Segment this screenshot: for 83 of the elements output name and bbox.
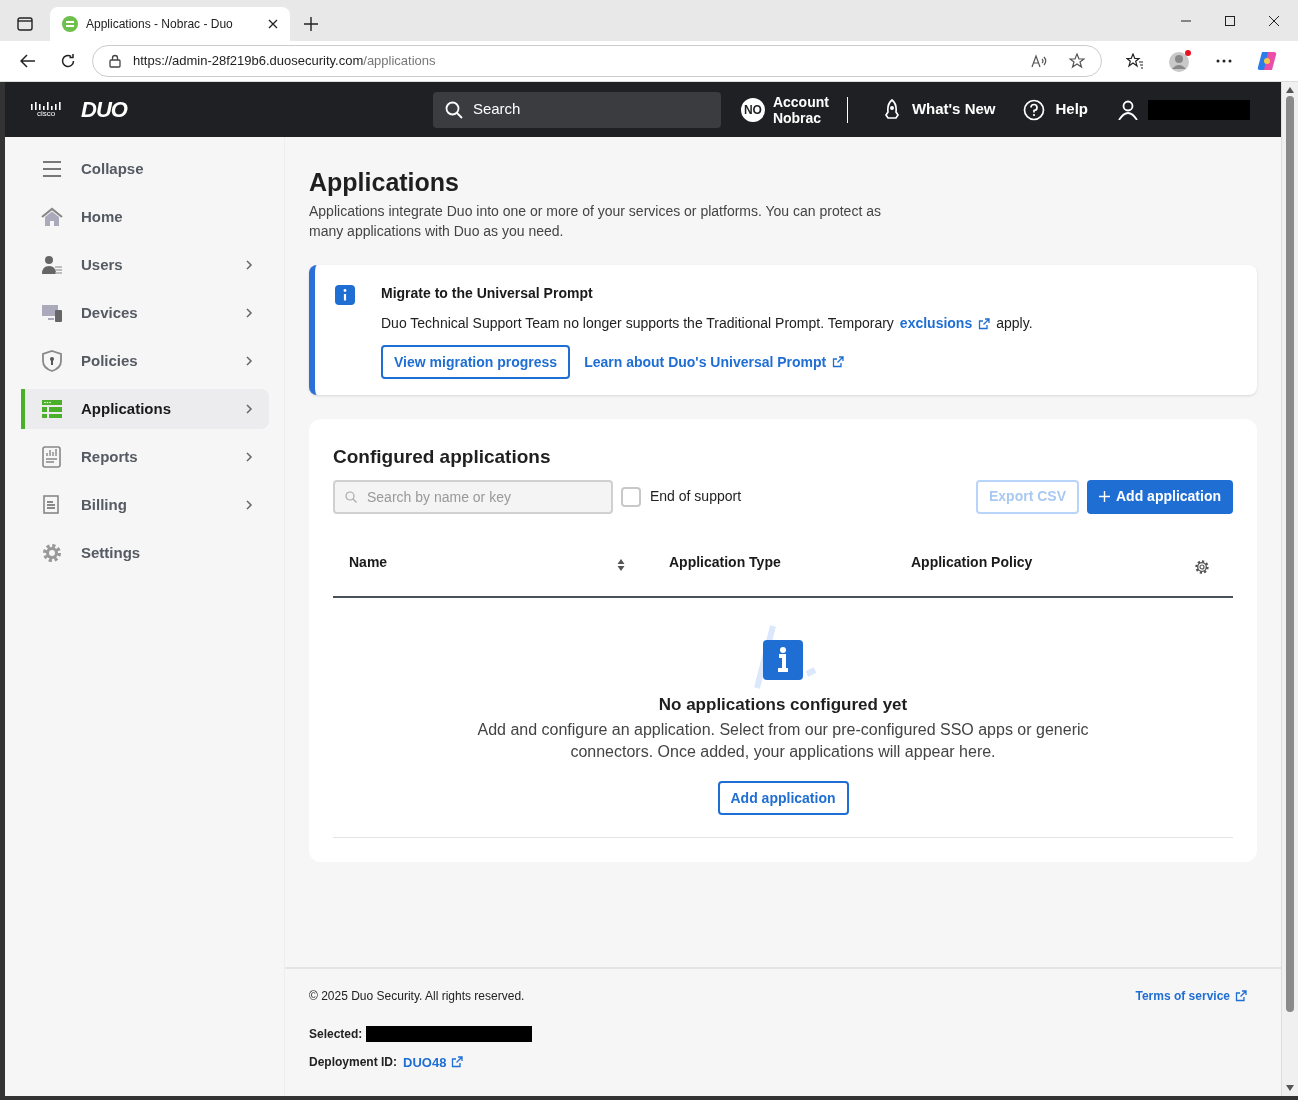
sidebar-item[interactable]: Policies: [21, 341, 269, 381]
profile-avatar-icon[interactable]: [1168, 49, 1192, 73]
new-tab-icon[interactable]: [304, 17, 318, 31]
plus-icon: [1099, 491, 1110, 502]
add-application-button[interactable]: Add application: [1087, 479, 1233, 514]
devices-icon: [41, 302, 63, 324]
cisco-bars-icon: [31, 101, 61, 110]
more-icon[interactable]: [1216, 59, 1232, 63]
search-icon: [444, 100, 463, 119]
exclusions-link[interactable]: exclusions: [899, 313, 991, 334]
external-link-icon: [832, 356, 845, 368]
selected-label: Selected:: [309, 1025, 363, 1043]
terms-of-service-link[interactable]: Terms of service: [1135, 986, 1247, 1005]
read-aloud-icon[interactable]: [1031, 54, 1047, 68]
external-link-icon: [978, 317, 991, 330]
column-header[interactable]: Application Policy: [911, 551, 1193, 573]
star-icon[interactable]: [1069, 53, 1085, 69]
add-application-button[interactable]: Add application: [717, 781, 849, 815]
copilot-icon[interactable]: [1256, 50, 1278, 72]
info-icon: [335, 285, 355, 305]
scrollbar-thumb[interactable]: [1286, 96, 1294, 1012]
url-text: https://admin-28f219b6.duosecurity.com/applications: [133, 52, 437, 71]
favorites-icon[interactable]: [1126, 53, 1144, 69]
whats-new-button[interactable]: What's New: [881, 98, 996, 121]
scroll-down-icon[interactable]: [1285, 1084, 1295, 1092]
refresh-icon[interactable]: [60, 53, 76, 69]
shield-icon: [41, 350, 63, 372]
browser-tab[interactable]: Applications - Nobrac - Duo: [50, 7, 290, 41]
application-grid-icon: [41, 398, 63, 420]
export-csv-button: Export CSV: [976, 479, 1079, 514]
universal-prompt-link[interactable]: Learn about Duo's Universal Prompt: [584, 351, 845, 373]
account-name: Nobrac: [772, 109, 823, 126]
deployment-id-link[interactable]: DUO48: [403, 1052, 464, 1072]
duo-favicon-icon: [62, 16, 78, 32]
sidebar-item[interactable]: Users: [21, 245, 269, 285]
sidebar-item[interactable]: Reports: [21, 437, 269, 477]
account-label: Account: [772, 93, 829, 110]
scroll-up-icon[interactable]: [1285, 86, 1295, 94]
cisco-logo: cisco: [36, 109, 56, 118]
settings-icon: [41, 542, 63, 564]
sidebar-toggle-icon[interactable]: [17, 17, 33, 31]
back-icon[interactable]: [20, 54, 36, 68]
close-icon[interactable]: [1268, 14, 1280, 27]
empty-state-text: Add and configure an application. Select from our pre-configured SSO apps or generic connectors. Once added, your applications will appear here.: [476, 720, 1090, 762]
column-header[interactable]: Name: [333, 551, 657, 573]
column-header[interactable]: Application Type: [669, 551, 911, 573]
user-icon[interactable]: [1118, 99, 1138, 120]
view-migration-progress-button[interactable]: View migration progress: [381, 345, 571, 379]
sidebar-item[interactable]: Collapse: [21, 149, 269, 189]
help-button[interactable]: Help: [1023, 98, 1088, 121]
tab-title: Applications - Nobrac - Duo: [86, 16, 234, 33]
sidebar-item[interactable]: Applications: [21, 389, 269, 429]
help-icon: [1023, 98, 1046, 121]
column-settings-icon[interactable]: [1193, 557, 1211, 576]
sidebar-item[interactable]: Devices: [21, 293, 269, 333]
account-badge: NO: [740, 97, 765, 122]
search-field[interactable]: Search by name or key: [333, 479, 613, 514]
page-description: Applications integrate Duo into one or more of your services or platforms. You can protect as many applications with Duo as you need.: [309, 202, 882, 241]
user-list-icon: [41, 254, 63, 276]
checkbox-label: End of support: [650, 487, 742, 506]
home-icon: [41, 206, 63, 228]
deployment-id-label: Deployment ID:: [309, 1054, 397, 1072]
lock-icon: [109, 54, 121, 68]
sidebar-item[interactable]: Settings: [21, 533, 269, 573]
section-title: Configured applications: [333, 445, 552, 469]
sidebar-item[interactable]: Home: [21, 197, 269, 237]
notice-title: Migrate to the Universal Prompt: [381, 284, 594, 303]
menu-icon: [41, 158, 63, 180]
copyright-text: © 2025 Duo Security. All rights reserved.: [309, 987, 525, 1005]
maximize-icon[interactable]: [1224, 14, 1236, 27]
duo-logo: DUO: [81, 98, 127, 121]
end-of-support-checkbox[interactable]: [621, 486, 641, 507]
external-link-icon: [451, 1056, 464, 1069]
close-icon[interactable]: [268, 19, 278, 29]
notice-text: Duo Technical Support Team no longer supports the Traditional Prompt. Temporary exclusions apply.: [381, 313, 1033, 334]
page-title: Applications: [309, 167, 460, 197]
sort-icon[interactable]: [617, 557, 625, 572]
search-field[interactable]: Search: [432, 91, 721, 128]
empty-state-title: No applications configured yet: [658, 693, 908, 716]
external-link-icon: [1235, 989, 1247, 1002]
search-icon: [345, 490, 357, 503]
report-chart-icon: [41, 446, 63, 468]
sidebar-item[interactable]: Billing: [21, 485, 269, 525]
